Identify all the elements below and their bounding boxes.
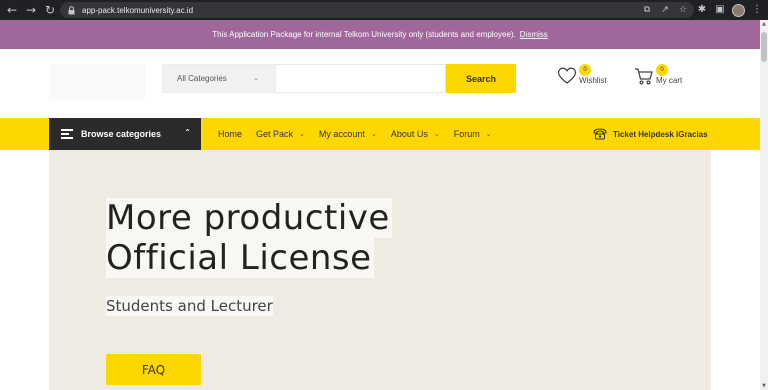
browser-toolbar: ← → ↻ app-pack.telkomuniversity.ac.id ⧉ …: [0, 0, 768, 20]
scroll-up-icon[interactable]: ▲: [760, 20, 768, 28]
browse-categories-button[interactable]: Browse categories ⌃: [49, 118, 201, 150]
heart-icon: [557, 67, 577, 84]
chevron-down-icon: ⌄: [370, 130, 377, 138]
hero-subtitle: Students and Lecturer: [106, 296, 273, 316]
profile-avatar[interactable]: [732, 3, 745, 17]
menu-item-my-account[interactable]: My account ⌄: [319, 129, 377, 139]
hero-title-line-1: More productive: [106, 198, 392, 238]
browse-categories-label: Browse categories: [81, 129, 162, 139]
site-logo[interactable]: [49, 64, 145, 100]
bookmark-star-icon[interactable]: ☆: [678, 4, 688, 16]
wishlist-count-badge: 0: [579, 64, 591, 76]
menu-item-label: Get Pack: [256, 129, 294, 139]
side-panel-icon[interactable]: ▣: [714, 3, 726, 17]
page-scrollbar[interactable]: ▲ ▼: [760, 20, 768, 390]
translate-icon[interactable]: ⧉: [642, 4, 652, 16]
category-select[interactable]: All Categories ⌄: [162, 64, 276, 93]
url-text: app-pack.telkomuniversity.ac.id: [82, 5, 194, 15]
notice-text: This Application Package for internal Te…: [212, 30, 516, 39]
share-icon[interactable]: ↗: [660, 4, 670, 16]
search-button[interactable]: Search: [446, 64, 516, 93]
cart-icon: [635, 68, 653, 85]
cart-label: My cart: [656, 76, 683, 85]
chevron-down-icon: ⌄: [299, 130, 305, 138]
menu-item-label: Forum: [453, 129, 480, 139]
main-nav-bar: Browse categories ⌃ Home Get Pack ⌄ My a…: [0, 118, 760, 150]
forward-arrow-icon[interactable]: →: [24, 3, 38, 17]
scroll-thumb[interactable]: [761, 32, 767, 62]
hero-title-line-2: Official License: [106, 238, 374, 278]
menu-item-about-us[interactable]: About Us ⌄: [391, 129, 440, 139]
hero-banner: More productive Official License Student…: [49, 150, 711, 390]
chevron-down-icon: ⌄: [433, 130, 440, 138]
chevron-down-icon: ⌄: [253, 74, 259, 82]
extensions-icon[interactable]: ✱: [696, 3, 708, 17]
cart-count-badge: 0: [656, 64, 668, 76]
chevron-down-icon: ⌄: [485, 130, 492, 138]
search-input[interactable]: [276, 64, 446, 93]
helpdesk-link[interactable]: Ticket Helpdesk iGracias: [593, 118, 708, 150]
category-select-value: All Categories: [177, 74, 227, 83]
hero-title: More productive Official License: [106, 198, 392, 278]
faq-button[interactable]: FAQ: [106, 354, 201, 385]
search-bar: All Categories ⌄ Search: [162, 64, 516, 93]
reload-icon[interactable]: ↻: [43, 3, 57, 17]
wishlist-label: Wishlist: [579, 76, 607, 85]
back-arrow-icon[interactable]: ←: [5, 3, 19, 17]
menu-item-get-pack[interactable]: Get Pack ⌄: [256, 129, 305, 139]
helpdesk-label: Ticket Helpdesk iGracias: [613, 129, 708, 139]
menu-item-home[interactable]: Home: [218, 129, 242, 139]
menu-item-label: Home: [218, 129, 243, 139]
lock-icon: [66, 5, 76, 15]
phone-icon: [593, 128, 607, 140]
dismiss-link[interactable]: Dismiss: [520, 30, 548, 39]
scroll-down-icon[interactable]: ▼: [760, 382, 768, 390]
list-menu-icon: [61, 129, 73, 139]
menu-item-label: About Us: [390, 129, 428, 139]
cart-link[interactable]: 0 My cart: [634, 64, 694, 90]
primary-menu: Home Get Pack ⌄ My account ⌄ About Us ⌄ …: [218, 118, 492, 150]
address-bar[interactable]: app-pack.telkomuniversity.ac.id ⧉ ↗ ☆: [60, 2, 694, 18]
more-menu-icon[interactable]: ⋮: [751, 3, 763, 17]
menu-item-label: My account: [318, 129, 365, 139]
chevron-up-icon: ⌃: [184, 128, 191, 137]
menu-item-forum[interactable]: Forum ⌄: [454, 129, 492, 139]
notice-banner: This Application Package for internal Te…: [0, 20, 760, 49]
wishlist-link[interactable]: 0 Wishlist: [557, 64, 617, 90]
